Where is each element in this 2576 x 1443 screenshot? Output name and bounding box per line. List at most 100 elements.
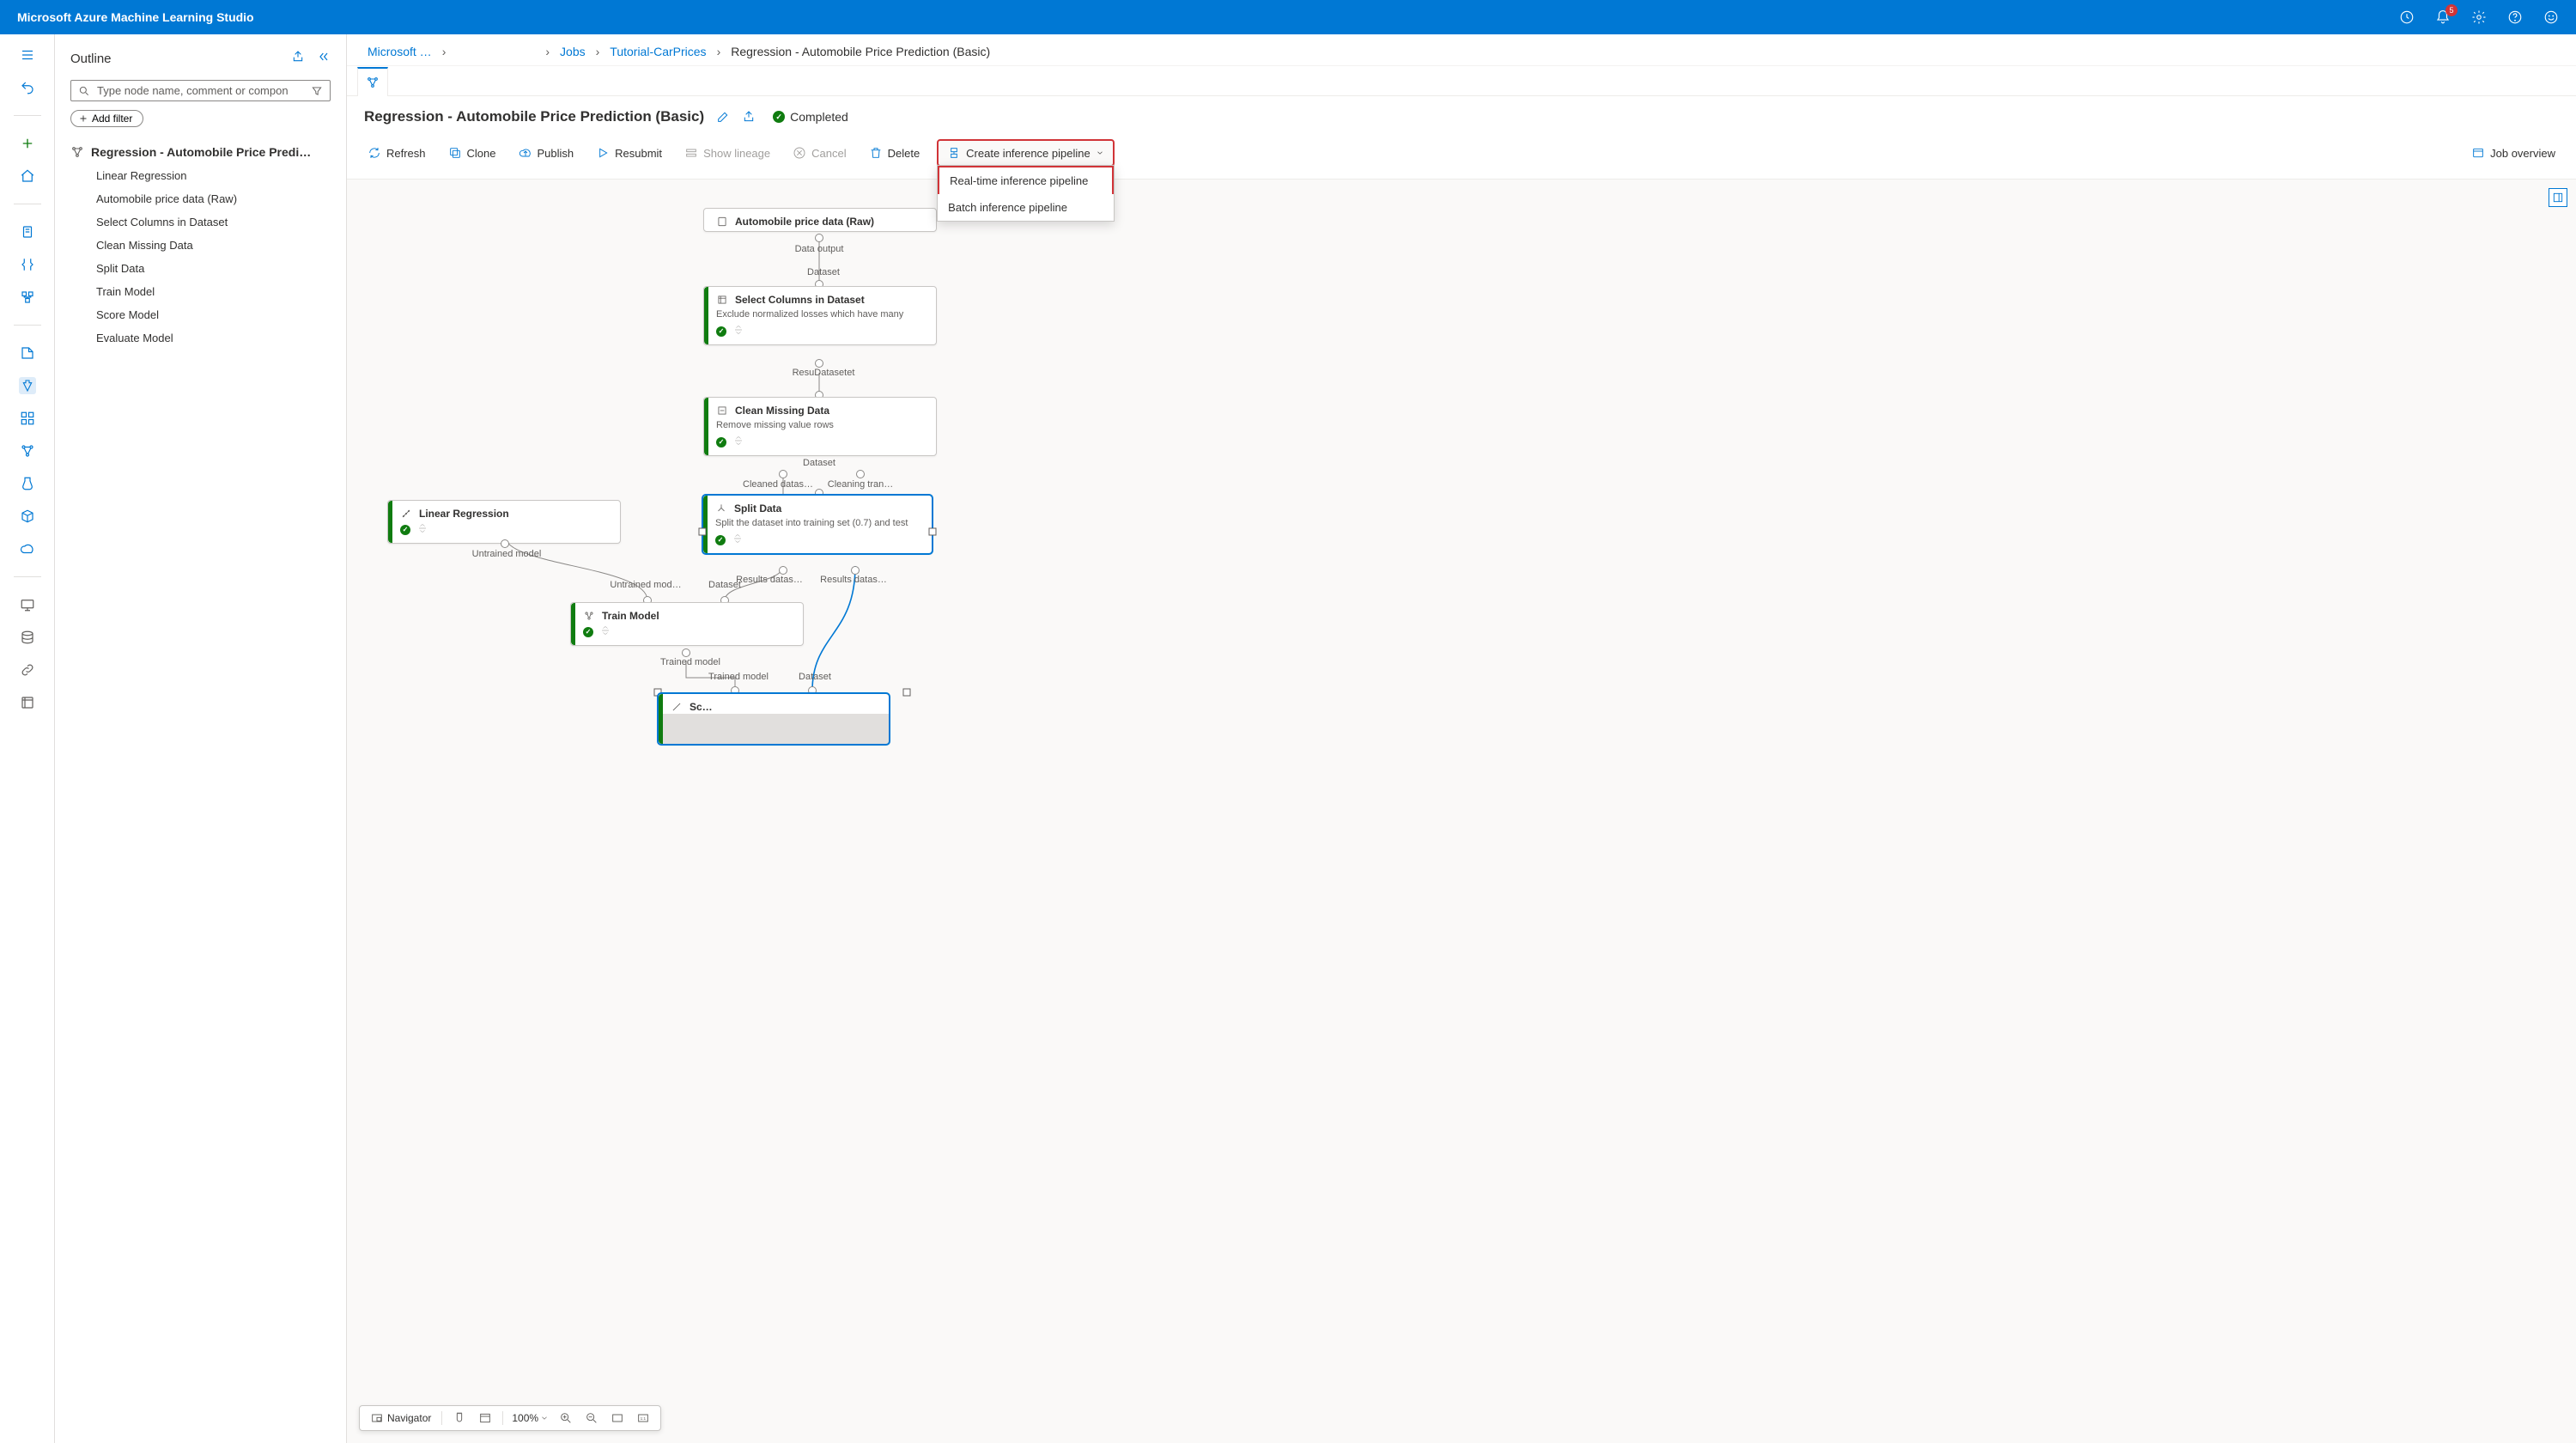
node-desc: Exclude normalized losses which have man…	[704, 309, 936, 325]
publish-button[interactable]: Publish	[513, 143, 580, 163]
port-label: Untrained mod…	[610, 580, 681, 590]
node-score-model[interactable]: Sc…	[658, 693, 890, 745]
components-icon[interactable]	[19, 410, 36, 427]
designer-icon[interactable]	[19, 289, 36, 306]
navigator-toggle[interactable]: Navigator	[368, 1410, 433, 1427]
home-icon[interactable]	[19, 167, 36, 185]
port[interactable]	[779, 470, 787, 478]
chevron-right-icon: ›	[592, 45, 604, 58]
edit-icon[interactable]	[716, 110, 730, 124]
breadcrumb-jobs[interactable]: Jobs	[556, 43, 589, 60]
port[interactable]	[815, 234, 823, 242]
zoom-in-icon[interactable]	[557, 1410, 574, 1427]
check-icon	[716, 326, 726, 337]
datastores-icon[interactable]	[19, 629, 36, 646]
notebook-icon[interactable]	[19, 223, 36, 240]
tree-item[interactable]: Linear Regression	[65, 164, 336, 187]
zoom-out-icon[interactable]	[583, 1410, 600, 1427]
endpoints-icon[interactable]	[19, 540, 36, 557]
port-label: Trained model	[708, 672, 769, 682]
share-up-icon[interactable]	[742, 110, 756, 124]
tree-item[interactable]: Evaluate Model	[65, 326, 336, 350]
inference-dropdown: Real-time inference pipeline Batch infer…	[937, 165, 1115, 222]
rail-separator	[14, 115, 41, 116]
plus-icon[interactable]	[19, 135, 36, 152]
topbar-icons: 5	[2399, 9, 2559, 25]
pipeline-canvas[interactable]: Automobile price data (Raw) Data output …	[347, 180, 2576, 1443]
gear-icon[interactable]	[2471, 9, 2487, 25]
automl-icon[interactable]	[19, 256, 36, 273]
rail-separator	[14, 325, 41, 326]
node-split-data[interactable]: Split Data Split the dataset into traini…	[702, 495, 933, 554]
port[interactable]	[815, 359, 823, 368]
clock-icon[interactable]	[2399, 9, 2415, 25]
selection-handle[interactable]	[929, 528, 937, 536]
create-inference-button[interactable]: Create inference pipeline	[937, 139, 1115, 167]
breadcrumb-current: Regression - Automobile Price Prediction…	[727, 43, 993, 60]
actual-size-icon[interactable]: 1:1	[635, 1410, 652, 1427]
reuse-icon	[733, 435, 744, 448]
pipelines-icon[interactable]	[19, 442, 36, 460]
environments-icon[interactable]	[19, 475, 36, 492]
linked-icon[interactable]	[19, 661, 36, 679]
node-title: Automobile price data (Raw)	[735, 216, 874, 228]
breadcrumb-experiment[interactable]: Tutorial-CarPrices	[606, 43, 709, 60]
pan-icon[interactable]	[451, 1410, 468, 1427]
tree-item[interactable]: Automobile price data (Raw)	[65, 187, 336, 210]
share-icon[interactable]	[291, 50, 305, 68]
tree-item[interactable]: Score Model	[65, 303, 336, 326]
node-clean-missing[interactable]: Clean Missing Data Remove missing value …	[703, 397, 937, 456]
resubmit-button[interactable]: Resubmit	[591, 143, 667, 163]
add-filter-button[interactable]: Add filter	[70, 110, 143, 127]
undo-icon[interactable]	[19, 79, 36, 96]
bell-icon[interactable]: 5	[2435, 9, 2451, 25]
help-icon[interactable]	[2507, 9, 2523, 25]
job-overview-button[interactable]: Job overview	[2466, 143, 2561, 163]
tree-item[interactable]: Train Model	[65, 280, 336, 303]
port[interactable]	[856, 470, 865, 478]
port[interactable]	[682, 648, 690, 657]
filter-icon[interactable]	[311, 85, 323, 97]
tab-graph[interactable]	[357, 67, 388, 96]
data-icon[interactable]	[19, 344, 36, 362]
refresh-button[interactable]: Refresh	[362, 143, 431, 163]
tab-strip	[347, 66, 2576, 96]
chevron-down-icon[interactable]	[540, 1414, 549, 1422]
dropdown-realtime[interactable]: Real-time inference pipeline	[938, 166, 1114, 194]
fit-icon[interactable]	[609, 1410, 626, 1427]
hamburger-icon[interactable]	[19, 46, 36, 64]
tree-root[interactable]: Regression - Automobile Price Predi…	[65, 140, 336, 164]
port[interactable]	[851, 566, 860, 575]
selection-handle[interactable]	[903, 689, 911, 697]
tree-item[interactable]: Clean Missing Data	[65, 234, 336, 257]
selection-handle[interactable]	[699, 528, 707, 536]
port[interactable]	[779, 566, 787, 575]
port[interactable]	[501, 539, 509, 548]
breadcrumb-root[interactable]: Microsoft …	[364, 43, 435, 60]
outline-panel: Outline Add filter Regression - Automobi…	[55, 34, 347, 1443]
models-icon[interactable]	[19, 508, 36, 525]
autolayout-icon[interactable]	[477, 1410, 494, 1427]
search-input[interactable]	[97, 84, 304, 97]
node-desc: Remove missing value rows	[704, 420, 936, 435]
clone-button[interactable]: Clone	[443, 143, 501, 163]
dropdown-batch[interactable]: Batch inference pipeline	[938, 194, 1114, 221]
node-automobile-data[interactable]: Automobile price data (Raw)	[703, 208, 937, 232]
tree-item[interactable]: Split Data	[65, 257, 336, 280]
reuse-icon	[733, 325, 744, 338]
labeling-icon[interactable]	[19, 694, 36, 711]
smile-icon[interactable]	[2543, 9, 2559, 25]
tree-item[interactable]: Select Columns in Dataset	[65, 210, 336, 234]
collapse-icon[interactable]	[317, 50, 331, 68]
expand-panel-icon[interactable]	[2549, 188, 2567, 207]
node-select-columns[interactable]: Select Columns in Dataset Exclude normal…	[703, 286, 937, 345]
outline-title: Outline	[70, 52, 112, 66]
compute-icon[interactable]	[19, 596, 36, 613]
delete-button[interactable]: Delete	[864, 143, 926, 163]
outline-search[interactable]	[70, 80, 331, 101]
node-linear-regression[interactable]: Linear Regression	[387, 500, 621, 544]
rail-separator	[14, 576, 41, 577]
outline-tree: Regression - Automobile Price Predi… Lin…	[55, 140, 346, 350]
node-train-model[interactable]: Train Model	[570, 602, 804, 646]
jobs-icon[interactable]	[19, 377, 36, 394]
